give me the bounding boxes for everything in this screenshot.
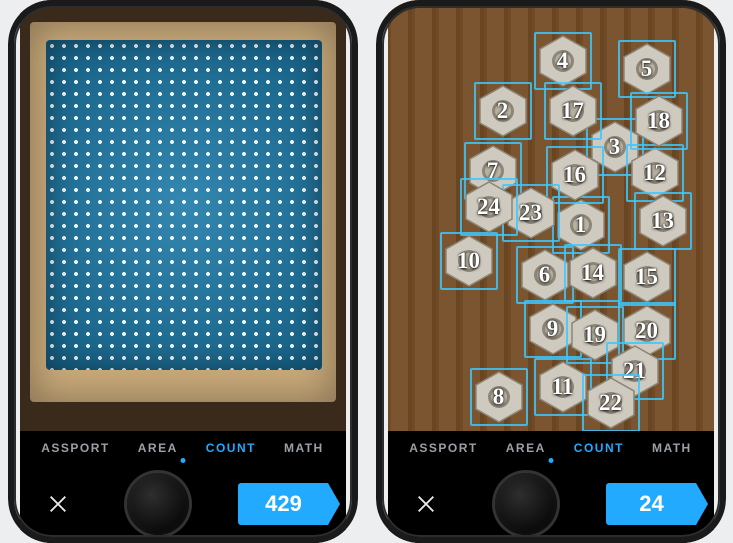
detection-nut[interactable]: 15 [620,250,674,304]
phone-screen: 123456789101112131415161718192021222324 … [388,0,714,543]
detection-nut[interactable]: 8 [472,370,526,424]
mode-count[interactable]: COUNT [574,441,624,455]
bottom-controls: 429 [20,465,346,543]
detection-nut[interactable]: 4 [536,34,590,88]
detection-nut[interactable]: 17 [546,84,600,138]
detection-nut[interactable]: 2 [476,84,530,138]
mode-indicator-dot [548,458,553,463]
camera-viewfinder[interactable]: 123456789101112131415161718192021222324 [388,0,714,431]
close-button[interactable] [406,484,446,524]
close-icon [415,493,437,515]
detection-number: 17 [546,84,600,138]
mode-count[interactable]: COUNT [206,441,256,455]
mode-assport[interactable]: ASSPORT [409,441,478,455]
detection-number: 10 [442,234,496,288]
detection-number: 18 [632,94,686,148]
detection-number: 8 [472,370,526,424]
detection-number: 14 [566,246,620,300]
mode-selector: ASSPORT AREA COUNT MATH [388,431,714,465]
close-button[interactable] [38,484,78,524]
detection-number: 5 [620,42,674,96]
count-result-value: 24 [639,491,663,517]
shutter-button[interactable] [495,473,557,535]
camera-viewfinder[interactable] [20,0,346,431]
detection-nut[interactable]: 5 [620,42,674,96]
mode-math[interactable]: MATH [652,441,692,455]
mode-area[interactable]: AREA [506,441,546,455]
detection-number: 15 [620,250,674,304]
detected-items-grid [46,40,322,370]
bottom-controls: 24 [388,465,714,543]
mode-selector: ASSPORT AREA COUNT MATH [20,431,346,465]
detections-overlay: 123456789101112131415161718192021222324 [388,0,714,431]
detection-number: 24 [462,180,516,234]
phone-right: 123456789101112131415161718192021222324 … [376,0,726,543]
detection-number: 13 [636,194,690,248]
detection-nut[interactable]: 22 [584,376,638,430]
shutter-button[interactable] [127,473,189,535]
mode-assport[interactable]: ASSPORT [41,441,110,455]
count-result-value: 429 [265,491,302,517]
screenshot-stage: ASSPORT AREA COUNT MATH 429 12 [0,0,733,543]
detection-nut[interactable]: 13 [636,194,690,248]
phone-screen: ASSPORT AREA COUNT MATH 429 [20,0,346,543]
close-icon [47,493,69,515]
detection-number: 2 [476,84,530,138]
detection-nut[interactable]: 10 [442,234,496,288]
count-result-badge[interactable]: 429 [238,483,328,525]
detection-nut[interactable]: 24 [462,180,516,234]
mode-indicator-dot [180,458,185,463]
count-result-badge[interactable]: 24 [606,483,696,525]
detection-nut[interactable]: 14 [566,246,620,300]
detection-number: 4 [536,34,590,88]
detection-number: 22 [584,376,638,430]
detection-nut[interactable]: 18 [632,94,686,148]
phone-left: ASSPORT AREA COUNT MATH 429 [8,0,358,543]
mode-area[interactable]: AREA [138,441,178,455]
mode-math[interactable]: MATH [284,441,324,455]
